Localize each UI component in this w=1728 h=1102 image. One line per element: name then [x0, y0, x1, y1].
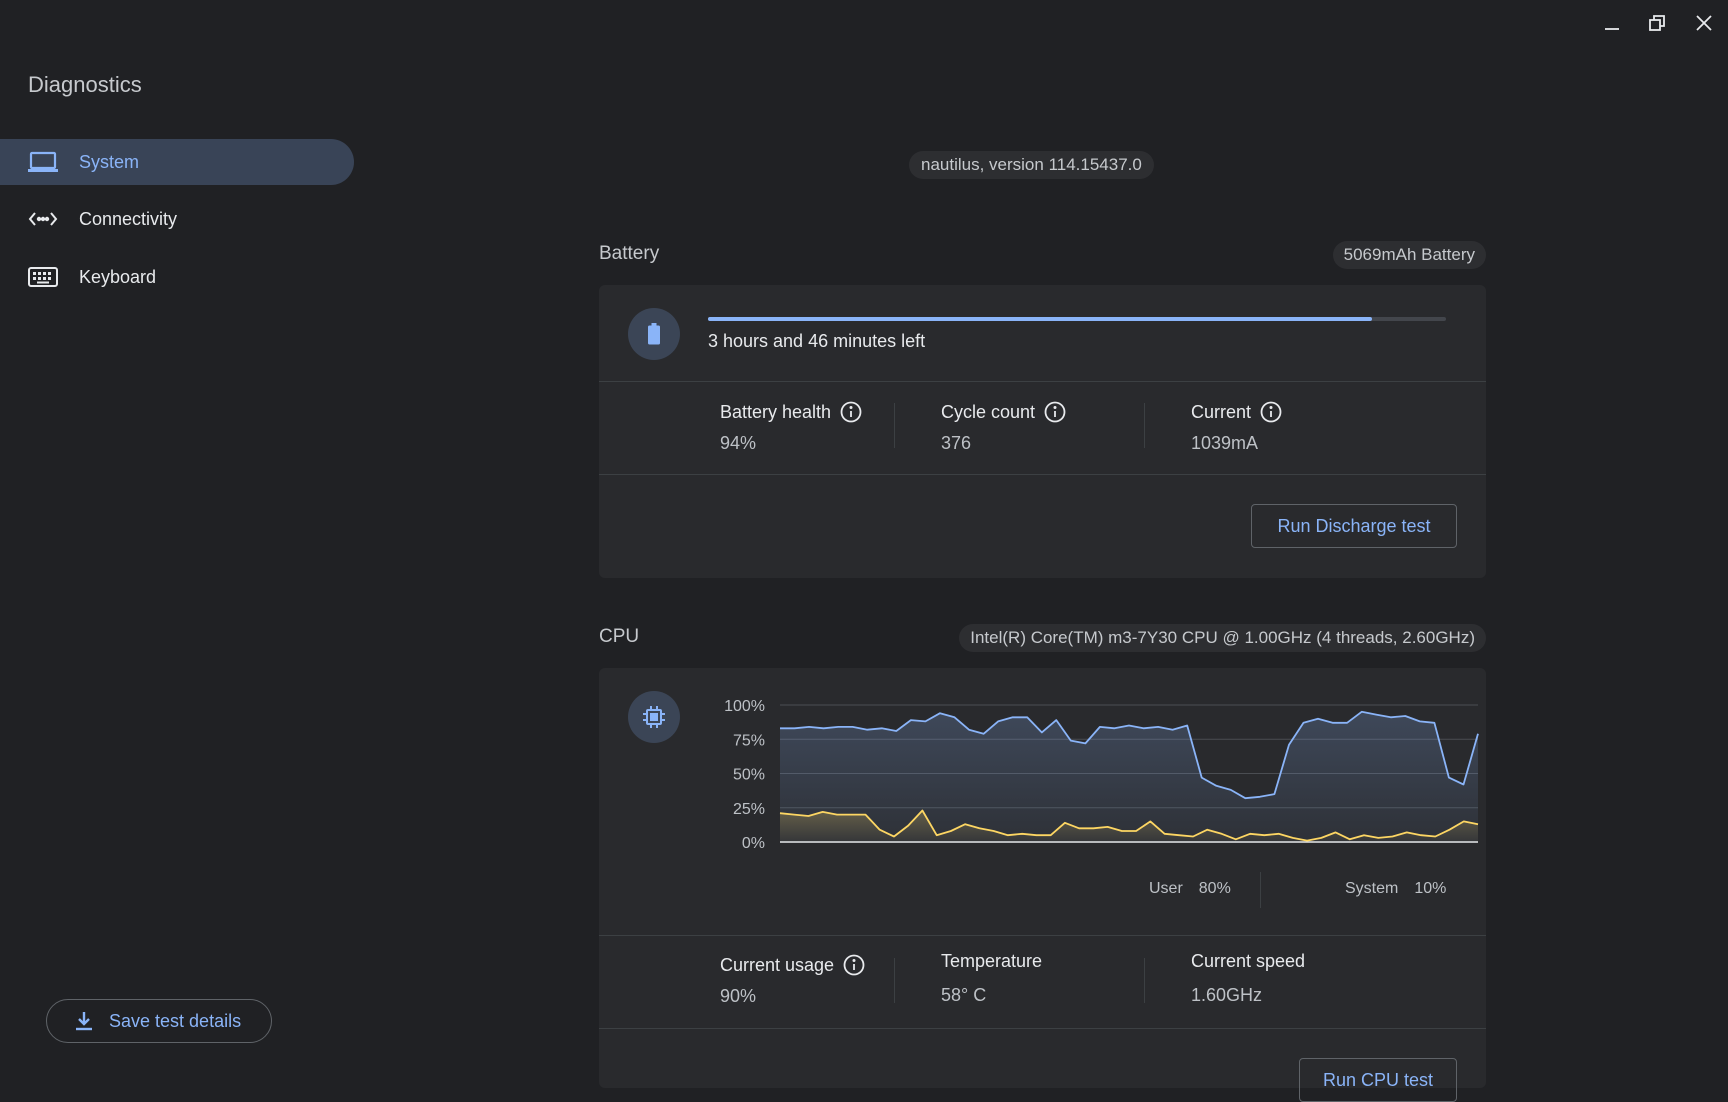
sidebar-item-keyboard[interactable]: Keyboard: [0, 254, 354, 300]
info-icon[interactable]: [1044, 401, 1066, 423]
divider: [1144, 958, 1145, 1003]
battery-icon: [628, 308, 680, 360]
laptop-icon: [27, 150, 59, 174]
cpu-usage-chart: 100% 75% 50% 25% 0%: [724, 698, 1479, 848]
divider: [599, 474, 1486, 475]
legend-system: System 10%: [1345, 880, 1446, 898]
close-button[interactable]: [1688, 10, 1720, 36]
current-speed-stat: Current speed 1.60GHz: [1191, 951, 1305, 1006]
legend-user-label: User: [1149, 880, 1183, 897]
info-icon[interactable]: [840, 401, 862, 423]
info-icon[interactable]: [843, 954, 865, 976]
cpu-card: 100% 75% 50% 25% 0% User 80% System 10% Curren…: [599, 668, 1486, 1102]
temperature-value: 58° C: [941, 985, 987, 1005]
current-value: 1039mA: [1191, 433, 1259, 453]
battery-card: 3 hours and 46 minutes left Battery heal…: [599, 285, 1486, 578]
divider: [1260, 872, 1261, 908]
divider: [599, 1028, 1486, 1029]
restore-icon: [1649, 15, 1665, 31]
sidebar-item-label: Keyboard: [79, 266, 157, 287]
connectivity-icon: [27, 207, 59, 231]
divider: [1144, 403, 1145, 448]
run-discharge-test-button[interactable]: Run Discharge test: [1251, 504, 1457, 548]
temperature-stat: Temperature 58° C: [941, 951, 1042, 1006]
info-icon[interactable]: [1260, 401, 1282, 423]
sidebar-item-system[interactable]: System: [0, 139, 354, 185]
temperature-label: Temperature: [941, 951, 1043, 971]
current-speed-value: 1.60GHz: [1191, 985, 1263, 1005]
battery-health-label: Battery health: [720, 401, 832, 422]
current-usage-label: Current usage: [720, 954, 835, 975]
sidebar-item-label: System: [79, 151, 140, 172]
divider: [599, 381, 1486, 382]
cycle-count-value: 376: [941, 433, 972, 453]
battery-time-left: 3 hours and 46 minutes left: [708, 331, 926, 351]
current-usage-stat: Current usage 90%: [720, 954, 865, 1007]
battery-section-title: Battery: [599, 243, 660, 264]
y-tick-label: 25%: [733, 801, 765, 818]
battery-progress-fill: [708, 317, 1373, 321]
battery-progress-bar: [708, 317, 1446, 321]
cpu-section-title: CPU: [599, 626, 640, 647]
legend-system-value: 10%: [1414, 880, 1447, 897]
battery-health-stat: Battery health 94%: [720, 401, 862, 454]
download-icon: [73, 1010, 95, 1032]
save-test-details-button[interactable]: Save test details: [46, 999, 272, 1043]
restore-button[interactable]: [1641, 10, 1673, 36]
sidebar-item-connectivity[interactable]: Connectivity: [0, 196, 354, 242]
current-label: Current: [1191, 401, 1252, 422]
version-chip: nautilus, version 114.15437.0: [909, 151, 1154, 179]
cpu-model-chip: Intel(R) Core(TM) m3-7Y30 CPU @ 1.00GHz …: [959, 624, 1486, 652]
save-test-details-label: Save test details: [109, 1010, 242, 1031]
divider: [894, 403, 895, 448]
current-stat: Current 1039mA: [1191, 401, 1282, 454]
sidebar-item-label: Connectivity: [79, 208, 178, 229]
minimize-button[interactable]: [1596, 10, 1628, 36]
series-area-user: [780, 711, 1478, 842]
keyboard-icon: [27, 265, 59, 289]
y-tick-label: 0%: [742, 835, 765, 848]
legend-user: User 80%: [1149, 880, 1231, 898]
battery-health-value: 94%: [720, 433, 757, 453]
current-usage-value: 90%: [720, 986, 757, 1006]
divider: [599, 935, 1486, 936]
y-tick-label: 100%: [724, 698, 765, 715]
cycle-count-label: Cycle count: [941, 401, 1036, 422]
y-tick-label: 50%: [733, 767, 765, 784]
minimize-icon: [1605, 28, 1619, 30]
divider: [894, 958, 895, 1003]
close-icon: [1696, 15, 1712, 31]
y-tick-label: 75%: [733, 732, 765, 749]
legend-system-label: System: [1345, 880, 1399, 897]
legend-user-value: 80%: [1198, 880, 1231, 897]
cycle-count-stat: Cycle count 376: [941, 401, 1066, 454]
app-title: Diagnostics: [28, 72, 142, 97]
run-cpu-test-button[interactable]: Run CPU test: [1299, 1058, 1457, 1102]
battery-capacity-chip: 5069mAh Battery: [1332, 241, 1486, 269]
current-speed-label: Current speed: [1191, 951, 1306, 971]
